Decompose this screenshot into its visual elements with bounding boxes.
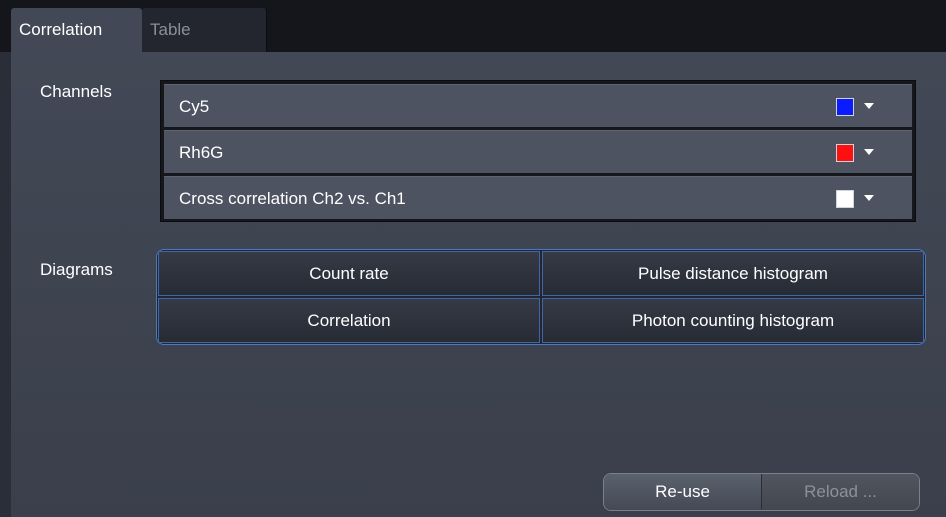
color-swatch[interactable]	[836, 190, 854, 208]
channel-row-cy5[interactable]: Cy5	[164, 84, 912, 127]
channels-list: Cy5 Rh6G Cross correlation Ch2 vs. Ch1	[160, 80, 916, 222]
tab-table[interactable]: Table	[142, 8, 267, 52]
diagrams-button-group: Count rate Pulse distance histogram Corr…	[156, 249, 926, 345]
tab-bar: Correlation Table	[0, 0, 946, 52]
channel-row-rh6g[interactable]: Rh6G	[164, 130, 912, 173]
pulse-distance-histogram-button[interactable]: Pulse distance histogram	[542, 251, 924, 296]
color-swatch[interactable]	[836, 144, 854, 162]
channel-name: Cross correlation Ch2 vs. Ch1	[179, 189, 406, 208]
channels-label: Channels	[40, 82, 112, 101]
correlation-button[interactable]: Correlation	[158, 298, 540, 343]
count-rate-button[interactable]: Count rate	[158, 251, 540, 296]
channel-name: Cy5	[179, 97, 210, 116]
tab-correlation[interactable]: Correlation	[11, 8, 142, 52]
reuse-reload-group: Re-use Reload ...	[603, 473, 920, 511]
photon-counting-histogram-button[interactable]: Photon counting histogram	[542, 298, 924, 343]
chevron-down-icon[interactable]	[864, 149, 874, 155]
color-swatch[interactable]	[836, 98, 854, 116]
channel-row-cross-correlation[interactable]: Cross correlation Ch2 vs. Ch1	[164, 176, 912, 219]
chevron-down-icon[interactable]	[864, 195, 874, 201]
reuse-button[interactable]: Re-use	[604, 474, 762, 510]
reload-button[interactable]: Reload ...	[762, 474, 919, 510]
chevron-down-icon[interactable]	[864, 103, 874, 109]
channel-name: Rh6G	[179, 143, 224, 162]
diagrams-label: Diagrams	[40, 260, 113, 279]
